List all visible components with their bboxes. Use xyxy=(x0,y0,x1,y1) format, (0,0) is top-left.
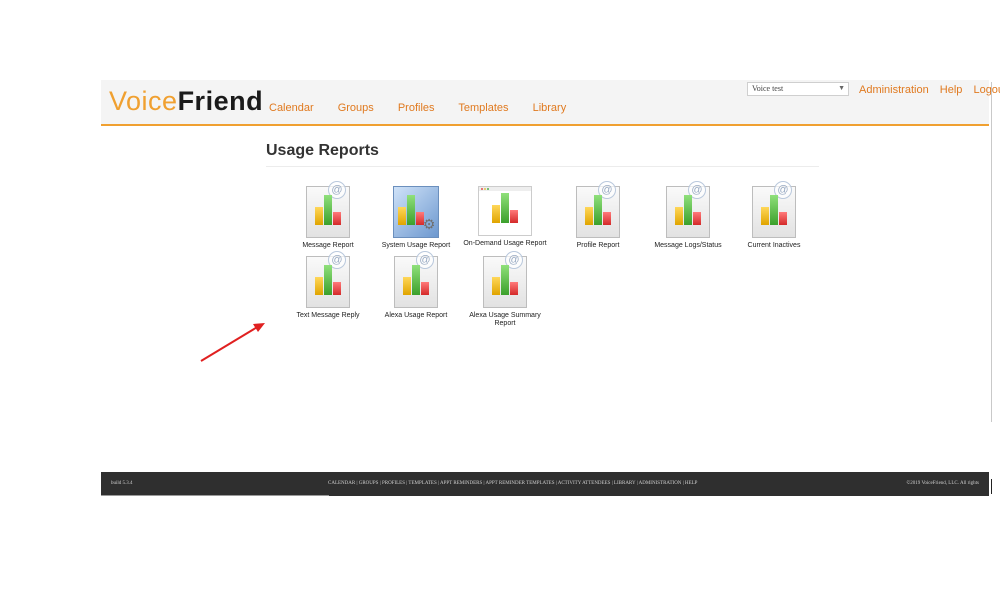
annotation-arrow xyxy=(200,323,265,362)
annotation-arrow-line xyxy=(200,325,260,362)
